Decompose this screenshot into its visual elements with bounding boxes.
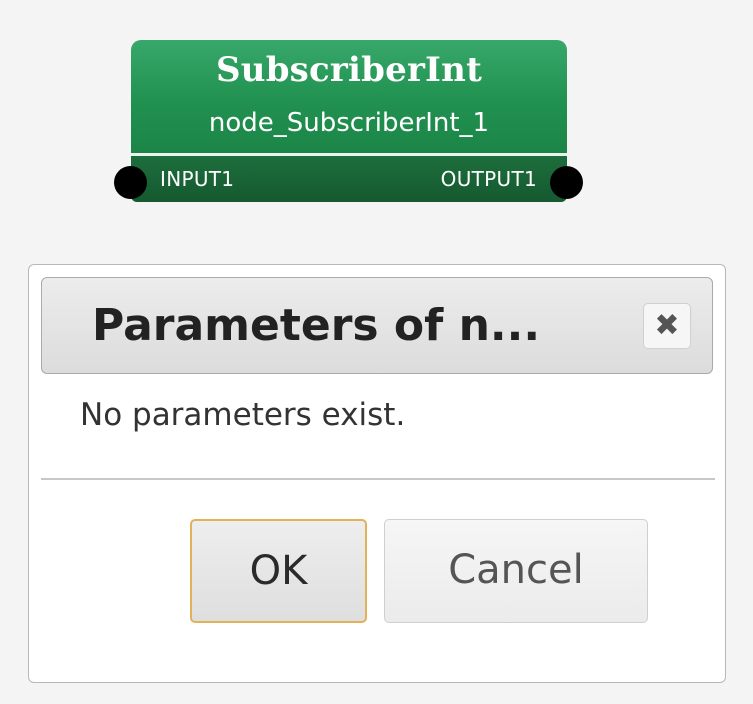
dialog-title: Parameters of n... xyxy=(92,300,541,351)
output-port-connector[interactable] xyxy=(550,166,583,199)
subscriber-node[interactable]: SubscriberInt node_SubscriberInt_1 INPUT… xyxy=(114,40,583,202)
node-header[interactable]: SubscriberInt node_SubscriberInt_1 xyxy=(131,40,567,153)
input-port-connector[interactable] xyxy=(114,166,147,199)
close-button[interactable]: ✖ xyxy=(643,303,691,349)
output-port-label: OUTPUT1 xyxy=(440,167,537,191)
parameters-dialog: Parameters of n... ✖ No parameters exist… xyxy=(28,264,726,683)
node-instance-name: node_SubscriberInt_1 xyxy=(208,108,490,138)
input-port-label: INPUT1 xyxy=(160,167,235,191)
cancel-button[interactable]: Cancel xyxy=(384,519,648,623)
dialog-message: No parameters exist. xyxy=(80,397,406,433)
dialog-separator xyxy=(41,478,715,480)
dialog-titlebar[interactable]: Parameters of n... ✖ xyxy=(41,277,713,374)
editor-canvas: SubscriberInt node_SubscriberInt_1 INPUT… xyxy=(0,0,753,704)
ok-button[interactable]: OK xyxy=(190,519,367,623)
close-icon: ✖ xyxy=(654,308,680,343)
node-title: SubscriberInt xyxy=(216,50,482,90)
node-port-bar: INPUT1 OUTPUT1 xyxy=(131,156,567,202)
